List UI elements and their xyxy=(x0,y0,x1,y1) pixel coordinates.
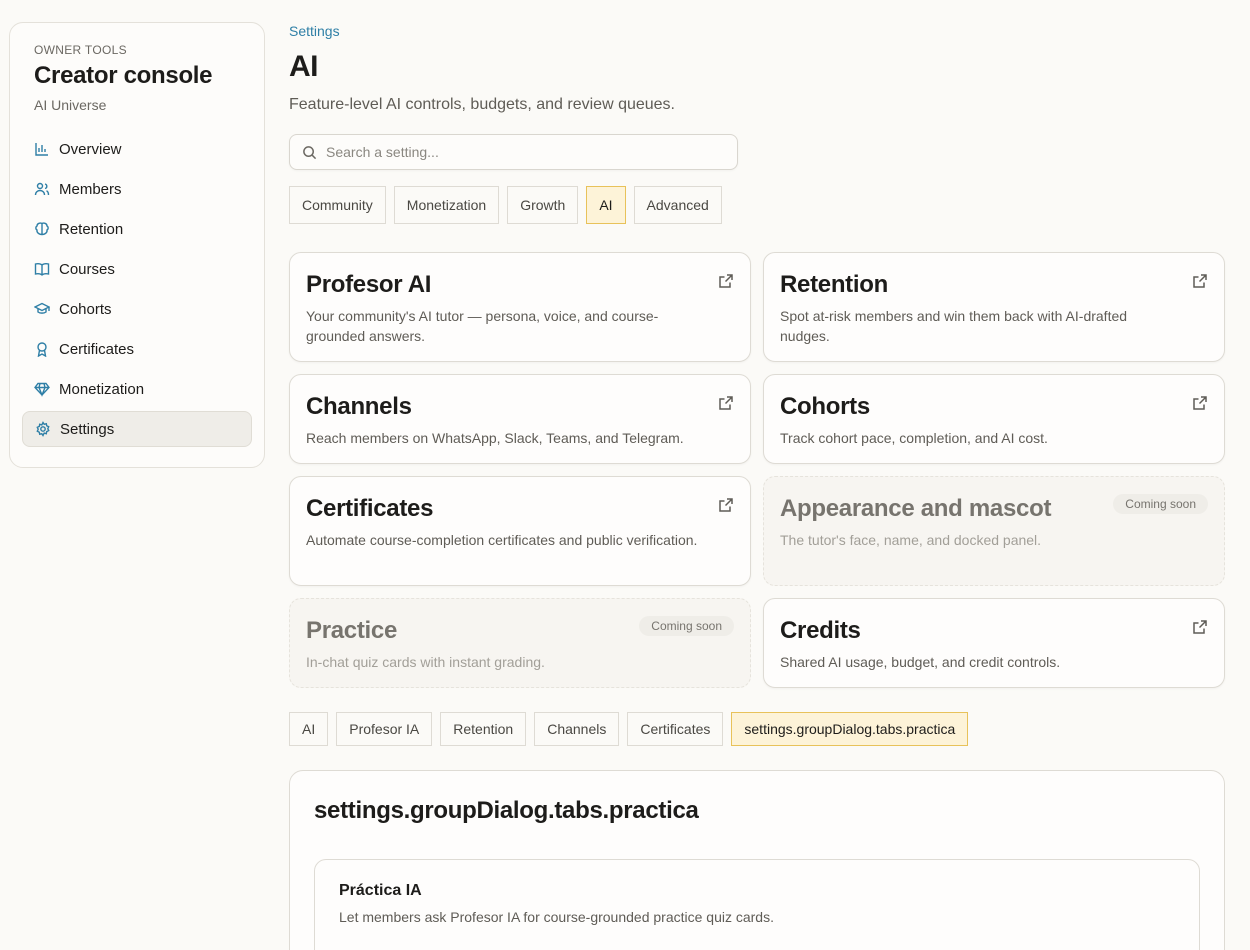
sidebar-item-label: Overview xyxy=(59,140,122,158)
card-description: Reach members on WhatsApp, Slack, Teams,… xyxy=(306,430,684,446)
sidebar-nav: Overview Members Retention Courses Cohor… xyxy=(22,131,252,447)
category-tabs: Community Monetization Growth AI Advance… xyxy=(289,186,722,224)
card-credits[interactable]: Credits Shared AI usage, budget, and cre… xyxy=(763,598,1225,688)
card-title: Cohorts xyxy=(780,393,870,420)
card-retention[interactable]: Retention Spot at-risk members and win t… xyxy=(763,252,1225,362)
brain-icon xyxy=(34,221,50,237)
bar-chart-icon xyxy=(34,141,50,157)
sidebar-item-members[interactable]: Members xyxy=(22,171,252,207)
group-tabs: AI Profesor IA Retention Channels Certif… xyxy=(289,712,969,746)
gear-icon xyxy=(35,421,51,437)
gem-icon xyxy=(34,381,50,397)
sidebar-item-certificates[interactable]: Certificates xyxy=(22,331,252,367)
sidebar-item-label: Cohorts xyxy=(59,300,112,318)
book-icon xyxy=(34,261,50,277)
tab-growth[interactable]: Growth xyxy=(507,186,579,224)
card-title: Profesor AI xyxy=(306,271,432,298)
card-description: Your community's AI tutor — persona, voi… xyxy=(306,308,659,344)
external-link-icon[interactable] xyxy=(718,273,734,289)
group-tab-retention[interactable]: Retention xyxy=(440,712,527,746)
card-cohorts[interactable]: Cohorts Track cohort pace, completion, a… xyxy=(763,374,1225,464)
group-panel: settings.groupDialog.tabs.practica Práct… xyxy=(289,770,1225,950)
card-appearance-mascot: Appearance and mascot The tutor's face, … xyxy=(763,476,1225,586)
search-input[interactable] xyxy=(326,144,726,160)
card-certificates[interactable]: Certificates Automate course-completion … xyxy=(289,476,751,586)
award-icon xyxy=(34,341,50,357)
sidebar-item-cohorts[interactable]: Cohorts xyxy=(22,291,252,327)
coming-soon-badge: Coming soon xyxy=(1113,494,1208,514)
sidebar-item-label: Certificates xyxy=(59,340,135,358)
sidebar-item-label: Courses xyxy=(59,260,115,278)
workspace-name: AI Universe xyxy=(34,97,107,113)
sidebar-item-overview[interactable]: Overview xyxy=(22,131,252,167)
console-title: Creator console xyxy=(34,62,213,89)
card-practice: Practice In-chat quiz cards with instant… xyxy=(289,598,751,688)
external-link-icon[interactable] xyxy=(1192,619,1208,635)
card-title: Certificates xyxy=(306,495,434,522)
group-tab-practica[interactable]: settings.groupDialog.tabs.practica xyxy=(731,712,969,746)
search-icon xyxy=(303,145,317,159)
card-description: Shared AI usage, budget, and credit cont… xyxy=(780,654,1061,670)
coming-soon-badge: Coming soon xyxy=(639,616,734,636)
setting-title: Práctica IA xyxy=(339,882,422,899)
group-panel-title: settings.groupDialog.tabs.practica xyxy=(314,797,699,824)
card-description: Automate course-completion certificates … xyxy=(306,532,698,548)
users-icon xyxy=(34,181,50,197)
sidebar-item-settings[interactable]: Settings xyxy=(22,411,252,447)
search-box[interactable] xyxy=(289,134,738,170)
card-description: In-chat quiz cards with instant grading. xyxy=(306,654,545,670)
tab-ai[interactable]: AI xyxy=(586,186,626,224)
sidebar-eyebrow: OWNER TOOLS xyxy=(34,43,127,57)
setting-description: Let members ask Profesor IA for course-g… xyxy=(339,909,774,925)
card-title: Channels xyxy=(306,393,412,420)
breadcrumb[interactable]: Settings xyxy=(289,23,340,39)
tab-monetization[interactable]: Monetization xyxy=(393,186,500,224)
card-title: Credits xyxy=(780,617,861,644)
tab-community[interactable]: Community xyxy=(289,186,386,224)
sidebar-item-label: Settings xyxy=(60,420,115,438)
sidebar-item-courses[interactable]: Courses xyxy=(22,251,252,287)
card-description: The tutor's face, name, and docked panel… xyxy=(780,532,1042,548)
tab-advanced[interactable]: Advanced xyxy=(633,186,722,224)
sidebar-item-monetization[interactable]: Monetization xyxy=(22,371,252,407)
card-description: Track cohort pace, completion, and AI co… xyxy=(780,430,1048,446)
external-link-icon[interactable] xyxy=(718,395,734,411)
card-description: Spot at-risk members and win them back w… xyxy=(780,308,1128,344)
group-tab-certificates[interactable]: Certificates xyxy=(627,712,724,746)
external-link-icon[interactable] xyxy=(1192,395,1208,411)
page-title: AI xyxy=(289,50,319,83)
group-tab-ai[interactable]: AI xyxy=(289,712,329,746)
sidebar-item-label: Monetization xyxy=(59,380,145,398)
sidebar: OWNER TOOLS Creator console AI Universe … xyxy=(9,22,265,468)
external-link-icon[interactable] xyxy=(718,497,734,513)
page-subtitle: Feature-level AI controls, budgets, and … xyxy=(289,96,675,113)
graduation-cap-icon xyxy=(34,301,50,317)
card-profesor-ai[interactable]: Profesor AI Your community's AI tutor — … xyxy=(289,252,751,362)
setting-card-practica-ia: Práctica IA Let members ask Profesor IA … xyxy=(314,859,1200,950)
group-tab-channels[interactable]: Channels xyxy=(534,712,620,746)
sidebar-item-label: Retention xyxy=(59,220,124,238)
external-link-icon[interactable] xyxy=(1192,273,1208,289)
group-tab-profesor-ia[interactable]: Profesor IA xyxy=(336,712,433,746)
sidebar-item-label: Members xyxy=(59,180,122,198)
sidebar-item-retention[interactable]: Retention xyxy=(22,211,252,247)
card-title: Retention xyxy=(780,271,888,298)
card-channels[interactable]: Channels Reach members on WhatsApp, Slac… xyxy=(289,374,751,464)
